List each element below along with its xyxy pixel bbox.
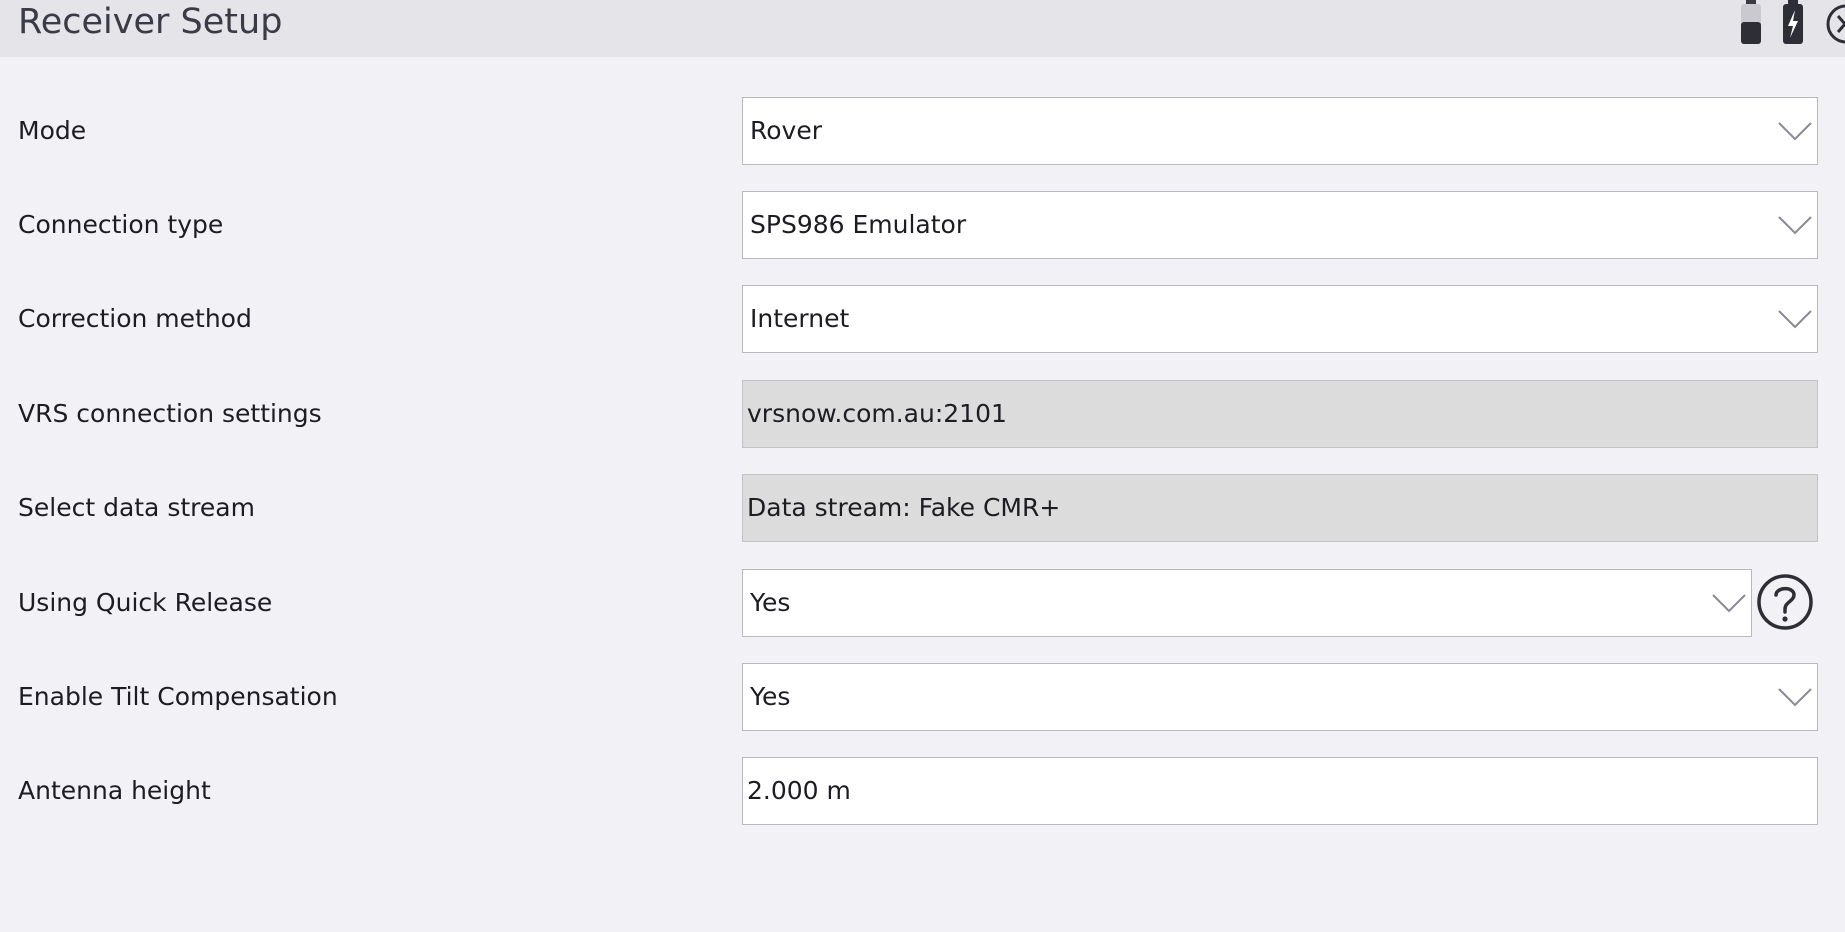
chevron-down-icon xyxy=(1712,594,1746,613)
tilt-compensation-value: Yes xyxy=(750,682,791,711)
title-bar: Receiver Setup xyxy=(0,0,1845,57)
chevron-down-icon xyxy=(1778,688,1812,707)
correction-method-value: Internet xyxy=(750,304,850,333)
quick-release-value: Yes xyxy=(750,588,791,617)
tilt-compensation-select[interactable]: Yes xyxy=(742,663,1818,731)
connection-type-label: Connection type xyxy=(18,210,224,239)
vrs-settings-value: vrsnow.com.au:2101 xyxy=(747,399,1007,428)
antenna-height-value: 2.000 m xyxy=(747,776,851,805)
data-stream-value: Data stream: Fake CMR+ xyxy=(747,493,1061,522)
mode-label: Mode xyxy=(18,116,87,145)
connection-type-value: SPS986 Emulator xyxy=(750,210,967,239)
data-stream-button[interactable]: Data stream: Fake CMR+ xyxy=(742,474,1818,542)
chevron-down-icon xyxy=(1778,122,1812,141)
mode-value: Rover xyxy=(750,116,822,145)
help-icon[interactable] xyxy=(1756,573,1814,631)
data-stream-label: Select data stream xyxy=(18,493,255,522)
tilt-compensation-label: Enable Tilt Compensation xyxy=(18,682,338,711)
connection-type-select[interactable]: SPS986 Emulator xyxy=(742,191,1818,259)
vrs-settings-label: VRS connection settings xyxy=(18,399,322,428)
quick-release-label: Using Quick Release xyxy=(18,588,273,617)
vrs-settings-button[interactable]: vrsnow.com.au:2101 xyxy=(742,380,1818,448)
battery-icon xyxy=(1741,0,1761,44)
page-title: Receiver Setup xyxy=(18,2,283,42)
close-icon[interactable] xyxy=(1824,0,1845,48)
correction-method-select[interactable]: Internet xyxy=(742,285,1818,353)
correction-method-label: Correction method xyxy=(18,304,252,333)
chevron-down-icon xyxy=(1778,216,1812,235)
chevron-down-icon xyxy=(1778,310,1812,329)
antenna-height-label: Antenna height xyxy=(18,776,211,805)
quick-release-select[interactable]: Yes xyxy=(742,569,1752,637)
mode-select[interactable]: Rover xyxy=(742,97,1818,165)
charging-battery-icon xyxy=(1783,0,1803,44)
antenna-height-input[interactable]: 2.000 m xyxy=(742,757,1818,825)
